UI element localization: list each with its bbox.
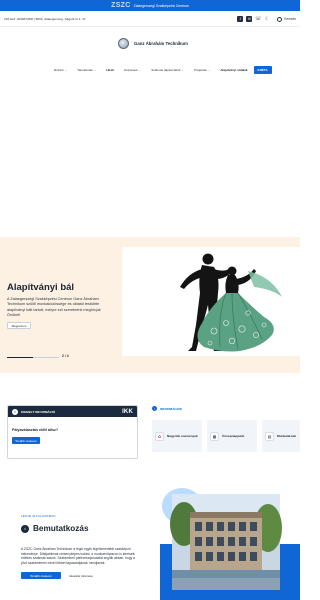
hero-title: Alapítványi bál [7, 282, 75, 293]
main-nav: Rólunk ⌄ Tanulóknak ⌄ Hírek Képzések ⌄ Szak… [54, 66, 272, 74]
school-name: Ganz Ábrahám Technikum [134, 41, 188, 46]
info-card-label: Nagyobb események [167, 434, 198, 438]
infos-label: INFORMÁCIÓK [160, 406, 183, 411]
nav-item-rolunk[interactable]: Rólunk ⌄ [54, 68, 67, 72]
search-icon [277, 16, 283, 22]
chevron-down-icon: ⌄ [207, 68, 211, 72]
school-icon: ⌂ [21, 524, 29, 533]
info-cards: ✿ Nagyobb események ▦ Ünnepnapjaink ▤ Mu… [152, 420, 300, 452]
foundation-link[interactable]: Alapítványi oldalak [220, 68, 247, 72]
info-card-staff[interactable]: ▤ Munkatársak [262, 420, 300, 452]
moon-icon[interactable]: ☾ [264, 16, 271, 22]
nav-item-projektek[interactable]: Projektek ⌄ [194, 68, 210, 72]
about-heading: ⌂ Bemutatkozás [21, 524, 89, 533]
history-link[interactable]: Iskolánk története [65, 572, 97, 579]
about-title: Bemutatkozás [33, 524, 89, 533]
school-building-illustration [160, 488, 300, 600]
featured-read-button[interactable]: Tovább olvasom [12, 437, 40, 444]
page: ZSZC Zalaegerszegi Szakképzési Centrum O… [0, 0, 300, 600]
info-card-holidays[interactable]: ▦ Ünnepnapjaink [207, 420, 257, 452]
dancing-couple-illustration [180, 253, 282, 352]
search-label: Keresés [284, 17, 296, 21]
chevron-down-icon: ⌄ [181, 68, 184, 72]
featured-question: Pályaválasztás előtt állsz? [12, 428, 59, 432]
chevron-down-icon: ⌄ [138, 68, 142, 72]
school-building-image [160, 484, 300, 600]
slider-pager: 2 / 4 [62, 354, 69, 358]
contact-bar: OM-kód: 203067/006 | 8900, Zalaegerszeg,… [0, 12, 300, 27]
info-card-events[interactable]: ✿ Nagyobb események [152, 420, 202, 452]
kreta-login-button[interactable]: KRÉTA [253, 66, 272, 74]
slider-progress [7, 357, 59, 358]
slider-progress-fill [7, 357, 33, 358]
hero-image [122, 247, 300, 356]
info-card-label: Munkatársak [277, 434, 296, 438]
featured-label: KIEMELT INFORMÁCIÓ [21, 409, 56, 414]
featured-header: i KIEMELT INFORMÁCIÓ IKK [8, 406, 137, 417]
infos-heading: i INFORMÁCIÓK [152, 406, 182, 411]
chevron-down-icon: ⌄ [64, 68, 68, 72]
zszc-logo[interactable]: ZSZC [111, 2, 130, 9]
info-icon: i [152, 406, 157, 411]
email-icon[interactable]: ✉ [246, 16, 253, 22]
about-tag: LÉPJE ÁLTALUNKBAN [21, 514, 56, 518]
phone-icon[interactable]: ☏ [255, 16, 261, 22]
social-icons: f ✉ ☏ ☾ [237, 16, 271, 22]
nav-item-szakmai[interactable]: Szakmai tájékoztatók ⌄ [151, 68, 184, 72]
school-crest-icon [118, 38, 129, 49]
ikk-logo: IKK [122, 408, 133, 415]
info-card-label: Ünnepnapjaink [222, 434, 245, 438]
hero-text: A Zalaegerszegi Szakképzési Centrum Ganz… [7, 297, 101, 318]
nav-item-hirek[interactable]: Hírek [106, 68, 114, 72]
brand[interactable]: Ganz Ábrahám Technikum [118, 38, 188, 49]
calendar-icon: ▦ [210, 431, 219, 441]
top-strip: ZSZC Zalaegerszegi Szakképzési Centrum [0, 0, 300, 11]
hero-button[interactable]: Megnézem [7, 322, 31, 329]
nav-item-kepzesek[interactable]: Képzések ⌄ [124, 68, 141, 72]
contact-text: OM-kód: 203067/006 | 8900, Zalaegerszeg,… [4, 17, 87, 21]
hero-slider: Alapítványi bál A Zalaegerszegi Szakképz… [0, 237, 300, 373]
search-button[interactable]: Keresés [277, 16, 296, 22]
about-text: A ZSZC Ganz Ábrahám Technikum a régió eg… [21, 547, 136, 565]
facebook-icon[interactable]: f [237, 16, 244, 22]
about-read-button[interactable]: Tovább olvasom [21, 572, 61, 579]
briefcase-icon: ▤ [265, 431, 274, 441]
featured-info-card: i KIEMELT INFORMÁCIÓ IKK Pályaválasztás … [7, 405, 138, 459]
top-strip-text: Zalaegerszegi Szakképzési Centrum [133, 3, 189, 8]
info-icon: i [12, 408, 18, 415]
photo-icon: ✿ [155, 431, 164, 441]
chevron-down-icon: ⌄ [93, 68, 97, 72]
nav-item-tanuloknak[interactable]: Tanulóknak ⌄ [77, 68, 96, 72]
